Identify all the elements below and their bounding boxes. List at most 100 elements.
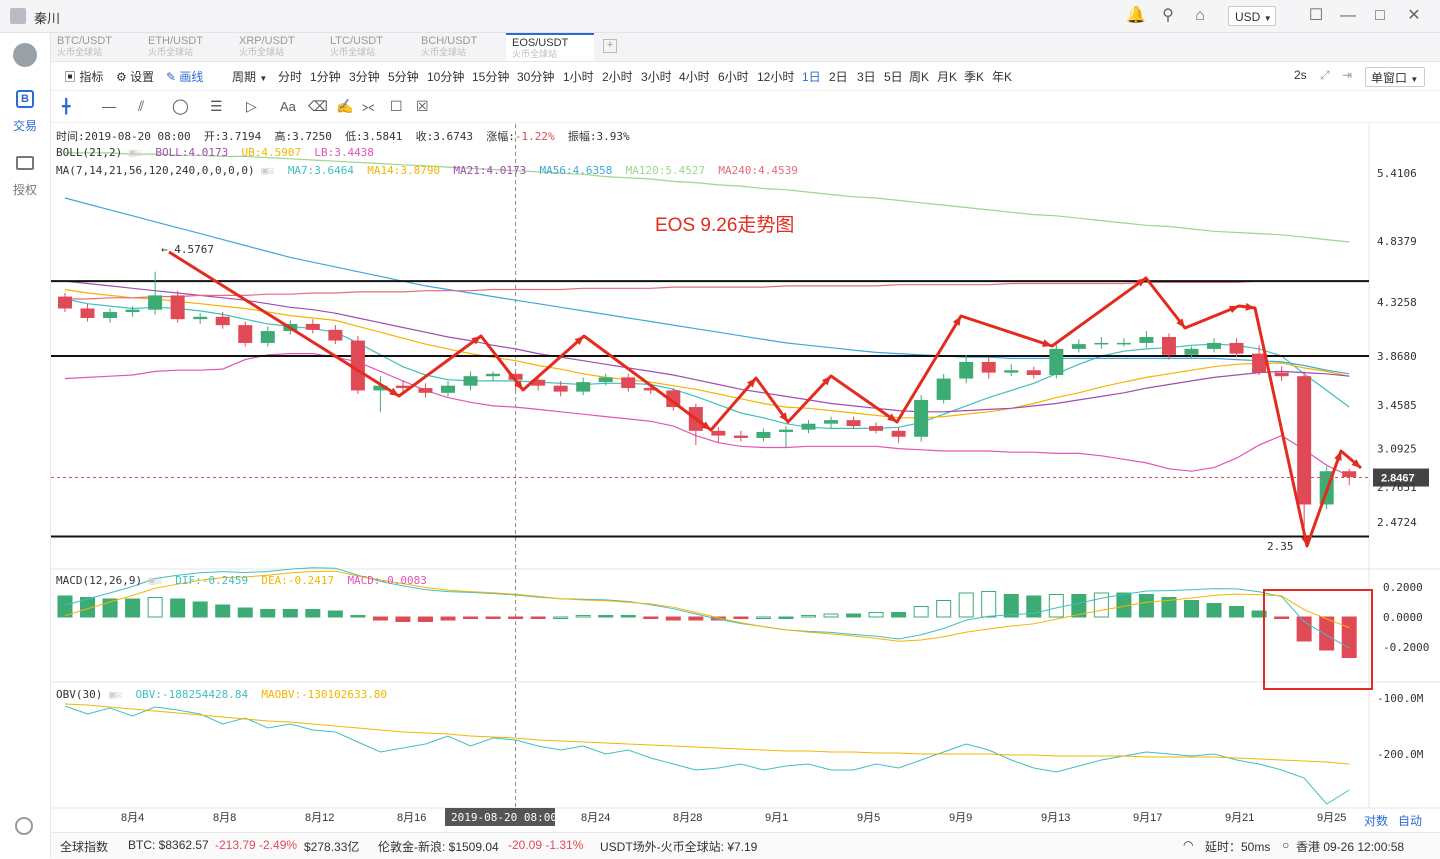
window-mode-select[interactable]: 单窗口 ▼ [1365, 67, 1425, 87]
tab-ltc[interactable]: LTC/USDT 火币全球站 [324, 33, 412, 61]
fibonacci-icon[interactable]: ☰ [210, 98, 223, 115]
add-tab-icon[interactable]: + [603, 39, 617, 53]
macd-line: MACD(12,26,9) ▣☒ DIF:-0.2459 DEA:-0.2417… [56, 574, 427, 587]
fullscreen-icon[interactable]: ⤢ [1320, 68, 1330, 83]
period-17[interactable]: 周K [909, 68, 929, 85]
tab-eos[interactable]: EOS/USDT 火币全球站 [506, 33, 594, 61]
draw-button[interactable]: ✎ 画线 [166, 68, 203, 85]
candle-body [869, 426, 884, 431]
obv-label[interactable]: OBV(30) [56, 688, 102, 701]
price-tick: 3.0925 [1377, 442, 1417, 455]
refresh-interval[interactable]: 2s [1294, 68, 1307, 82]
period-10[interactable]: 4小时 [679, 68, 710, 85]
period-2[interactable]: 3分钟 [349, 68, 380, 85]
tab-exchange: 火币全球站 [148, 47, 194, 57]
trend-arrows [168, 250, 1362, 548]
period-12[interactable]: 12小时 [757, 68, 794, 85]
circle-icon[interactable]: ◯ [172, 97, 189, 115]
period-16[interactable]: 5日 [884, 68, 903, 85]
text-tool-icon[interactable]: Aa [280, 99, 296, 114]
macd-bar [530, 616, 546, 619]
maximize-icon[interactable]: □ [1370, 6, 1390, 26]
period-11[interactable]: 6小时 [718, 68, 749, 85]
candle-body [801, 423, 816, 430]
log-scale-button[interactable]: 对数 [1364, 812, 1388, 829]
bell-icon[interactable]: 🔔 [1126, 6, 1146, 26]
magnet-icon[interactable]: ⪥ [362, 98, 374, 115]
macd-bar [778, 616, 794, 619]
candle-body [959, 361, 974, 379]
candle-body [193, 316, 208, 320]
draw-label: 画线 [179, 70, 204, 84]
arrow-head [1229, 305, 1239, 314]
minimize-icon[interactable]: — [1338, 6, 1358, 26]
close-icon[interactable]: ✕ [1404, 6, 1424, 26]
tab-pair: ETH/USDT [148, 35, 203, 47]
candle-body [846, 420, 861, 427]
currency-select[interactable]: USD ▼ [1228, 6, 1276, 26]
settings-icon[interactable]: ▣ [109, 688, 116, 701]
candle-body [125, 309, 140, 313]
crosshair-icon[interactable]: ╋ [62, 98, 70, 115]
period-4[interactable]: 10分钟 [427, 68, 464, 85]
period-5[interactable]: 15分钟 [472, 68, 509, 85]
auth-icon[interactable] [16, 156, 34, 170]
maobv-line [64, 703, 1350, 765]
close-icon[interactable]: ☒ [268, 164, 275, 177]
boll-label[interactable]: BOLL(21,2) [56, 146, 122, 159]
tab-btc[interactable]: BTC/USDT 火币全球站 [51, 33, 139, 61]
close-icon[interactable]: ☒ [155, 574, 162, 587]
period-13[interactable]: 1日 [802, 68, 821, 85]
period-9[interactable]: 3小时 [641, 68, 672, 85]
period-19[interactable]: 季K [964, 68, 984, 85]
mini-mode-icon[interactable]: ☐ [1306, 6, 1326, 26]
arrow-tool-icon[interactable]: ▷ [246, 98, 257, 115]
chevron-down-icon: ▼ [259, 74, 268, 83]
macd-label[interactable]: MACD(12,26,9) [56, 574, 142, 587]
collapse-icon[interactable]: ⇥ [1342, 68, 1352, 82]
period-7[interactable]: 1小时 [563, 68, 594, 85]
global-index[interactable]: 全球指数 [60, 838, 108, 855]
parallel-line-icon[interactable]: ⫽ [138, 98, 144, 115]
brush-icon[interactable]: ✍ [336, 98, 353, 115]
tab-eth[interactable]: ETH/USDT 火币全球站 [142, 33, 230, 61]
close-icon[interactable]: ☒ [135, 146, 142, 159]
candle-body [1342, 471, 1357, 478]
indicator-button[interactable]: ▣ 指标 [64, 68, 103, 85]
settings-icon[interactable]: ▣ [261, 164, 268, 177]
rail-auth[interactable]: 授权 [0, 181, 50, 198]
period-6[interactable]: 30分钟 [517, 68, 554, 85]
rail-trade[interactable]: 交易 [0, 117, 50, 134]
period-8[interactable]: 2小时 [602, 68, 633, 85]
eraser-icon[interactable]: ⌫ [308, 98, 328, 115]
period-0[interactable]: 分时 [278, 68, 302, 85]
period-1[interactable]: 1分钟 [310, 68, 341, 85]
lock-icon[interactable]: ☐ [390, 98, 403, 115]
period-20[interactable]: 年K [992, 68, 1012, 85]
period-18[interactable]: 月K [937, 68, 957, 85]
candle-body [1184, 348, 1199, 355]
period-3[interactable]: 5分钟 [388, 68, 419, 85]
tab-bch[interactable]: BCH/USDT 火币全球站 [415, 33, 503, 61]
candle-body [936, 378, 951, 400]
trade-icon[interactable]: B [16, 90, 34, 108]
auto-scale-button[interactable]: 自动 [1398, 812, 1422, 829]
close-icon[interactable]: ☒ [116, 688, 123, 701]
tab-xrp[interactable]: XRP/USDT 火币全球站 [233, 33, 321, 61]
period-15[interactable]: 3日 [857, 68, 876, 85]
horizontal-line-icon[interactable]: — [102, 98, 116, 114]
trash-icon[interactable]: ☒ [416, 98, 429, 115]
candle-body [170, 295, 185, 320]
ma-label[interactable]: MA(7,14,21,56,120,240,0,0,0,0) [56, 164, 255, 177]
candle-body [103, 312, 118, 318]
tab-pair: BCH/USDT [421, 35, 478, 47]
indicator-icon: ▣ [64, 70, 77, 84]
price-tick: 5.4106 [1377, 167, 1417, 180]
search-icon[interactable]: ⚲ [1158, 6, 1178, 26]
user-avatar-icon[interactable] [10, 8, 26, 24]
period-select[interactable]: 周期 ▼ [232, 68, 267, 85]
shirt-icon[interactable]: ⌂ [1190, 6, 1210, 26]
period-14[interactable]: 2日 [829, 68, 848, 85]
settings-icon[interactable] [15, 817, 33, 835]
settings-button[interactable]: ⚙ 设置 [116, 68, 154, 85]
